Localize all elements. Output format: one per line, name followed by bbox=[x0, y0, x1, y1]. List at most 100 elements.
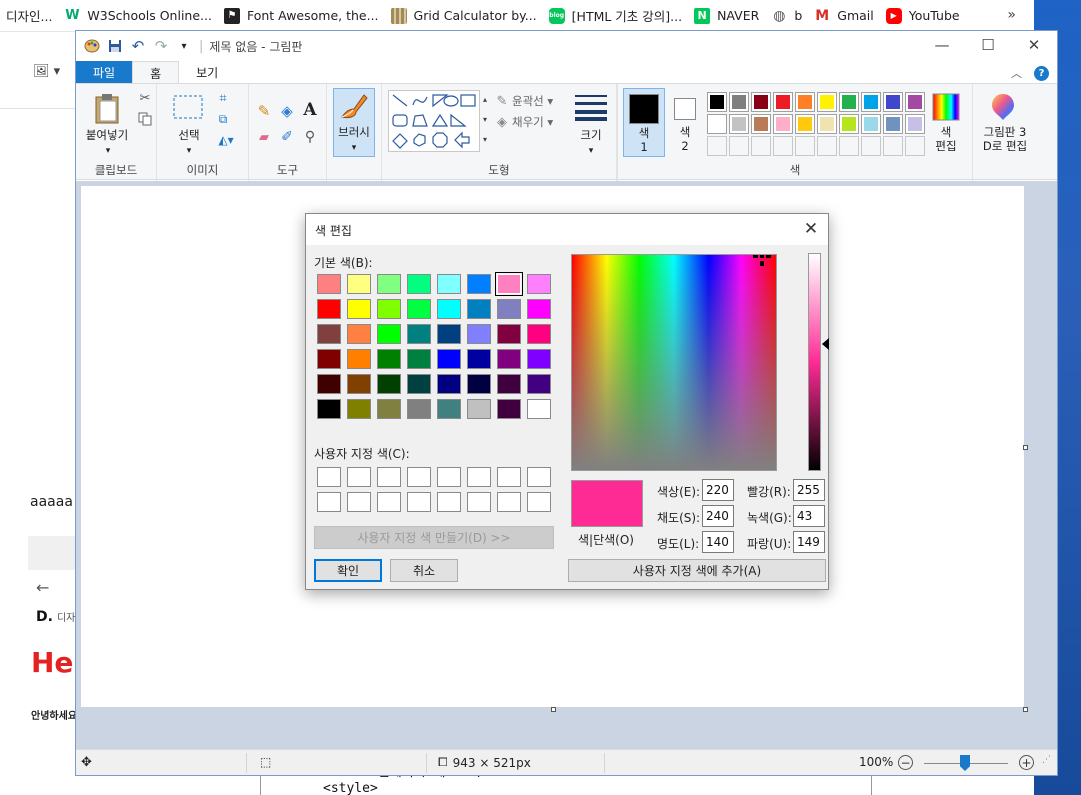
basic-color-swatch[interactable] bbox=[317, 324, 341, 344]
palette-swatch-empty[interactable] bbox=[707, 136, 727, 156]
resize-handle[interactable] bbox=[551, 707, 556, 712]
basic-color-swatch[interactable] bbox=[467, 299, 491, 319]
basic-color-swatch[interactable] bbox=[347, 349, 371, 369]
palette-swatch-empty[interactable] bbox=[861, 136, 881, 156]
bookmark-0[interactable]: 디자인... bbox=[0, 0, 58, 32]
basic-color-swatch[interactable] bbox=[497, 324, 521, 344]
undo-icon[interactable]: ↶ bbox=[130, 37, 146, 55]
color-spectrum[interactable] bbox=[571, 254, 777, 471]
dialog-close-button[interactable]: ✕ bbox=[800, 218, 822, 240]
color-picker-icon[interactable]: ✐ bbox=[278, 128, 296, 146]
basic-color-swatch[interactable] bbox=[407, 349, 431, 369]
palette-swatch[interactable] bbox=[729, 114, 749, 134]
basic-color-swatch[interactable] bbox=[407, 299, 431, 319]
palette-swatch-empty[interactable] bbox=[817, 136, 837, 156]
bookmark-2[interactable]: ⚑ Font Awesome, the... bbox=[218, 0, 385, 32]
basic-color-swatch[interactable] bbox=[437, 274, 461, 294]
basic-color-swatch[interactable] bbox=[407, 374, 431, 394]
custom-color-swatch[interactable] bbox=[467, 492, 491, 512]
zoom-slider-thumb[interactable] bbox=[960, 755, 970, 771]
custom-color-swatch[interactable] bbox=[437, 467, 461, 487]
resize-handle[interactable] bbox=[1023, 445, 1028, 450]
basic-color-swatch[interactable] bbox=[317, 274, 341, 294]
add-to-custom-colors-button[interactable]: 사용자 지정 색에 추가(A) bbox=[568, 559, 826, 582]
custom-color-swatch[interactable] bbox=[527, 467, 551, 487]
palette-swatch[interactable] bbox=[905, 114, 925, 134]
bookmark-7[interactable]: M Gmail bbox=[808, 0, 879, 32]
luminance-field[interactable]: 140 bbox=[702, 531, 734, 553]
basic-color-swatch[interactable] bbox=[317, 349, 341, 369]
palette-swatch[interactable] bbox=[905, 92, 925, 112]
fill-bucket-icon[interactable]: ◈ bbox=[278, 102, 296, 120]
palette-swatch[interactable] bbox=[773, 92, 793, 112]
blue-field[interactable]: 149 bbox=[793, 531, 825, 553]
chevron-down-icon[interactable]: ▾ bbox=[179, 144, 199, 158]
custom-color-swatch[interactable] bbox=[377, 492, 401, 512]
basic-color-swatch[interactable] bbox=[437, 349, 461, 369]
color1-button[interactable]: 색 1 bbox=[623, 88, 665, 157]
basic-color-swatch[interactable] bbox=[377, 374, 401, 394]
custom-color-swatch[interactable] bbox=[497, 467, 521, 487]
tab-view[interactable]: 보기 bbox=[179, 61, 235, 84]
green-field[interactable]: 43 bbox=[793, 505, 825, 527]
pencil-icon[interactable]: ✎ bbox=[255, 102, 273, 120]
color2-button[interactable]: 색 2 bbox=[668, 88, 704, 157]
palette-swatch[interactable] bbox=[817, 114, 837, 134]
custom-color-swatch[interactable] bbox=[497, 492, 521, 512]
more-bookmarks-button[interactable]: » bbox=[1007, 7, 1016, 23]
basic-color-swatch[interactable] bbox=[497, 349, 521, 369]
cut-icon[interactable]: ✂ bbox=[137, 90, 153, 106]
custom-color-swatch[interactable] bbox=[377, 467, 401, 487]
basic-color-swatch[interactable] bbox=[377, 399, 401, 419]
basic-color-swatch[interactable] bbox=[377, 349, 401, 369]
palette-swatch-empty[interactable] bbox=[905, 136, 925, 156]
select-button[interactable]: 선택 bbox=[169, 128, 209, 142]
basic-color-swatch[interactable] bbox=[377, 324, 401, 344]
luminance-slider[interactable] bbox=[808, 253, 821, 471]
basic-color-swatch[interactable] bbox=[527, 299, 551, 319]
bookmark-3[interactable]: Grid Calculator by... bbox=[385, 0, 543, 32]
customize-toolbar-icon[interactable]: ▾ bbox=[176, 38, 192, 54]
basic-color-swatch[interactable] bbox=[467, 349, 491, 369]
red-field[interactable]: 255 bbox=[793, 479, 825, 501]
palette-swatch[interactable] bbox=[817, 92, 837, 112]
edit-colors-button[interactable]: 색 편집 bbox=[928, 125, 964, 153]
paste-button[interactable]: 붙여넣기 bbox=[84, 128, 130, 142]
chevron-down-icon[interactable]: ▾ bbox=[581, 144, 601, 158]
tab-home[interactable]: 홈 bbox=[132, 61, 180, 84]
redo-icon[interactable]: ↷ bbox=[153, 37, 169, 55]
paste-icon[interactable] bbox=[93, 92, 123, 126]
bookmark-8[interactable]: ▶ YouTube bbox=[880, 0, 966, 32]
crop-icon[interactable]: ⌗ bbox=[215, 90, 231, 106]
select-icon[interactable] bbox=[173, 94, 203, 120]
basic-color-swatch[interactable] bbox=[527, 374, 551, 394]
palette-swatch[interactable] bbox=[795, 92, 815, 112]
basic-color-swatch[interactable] bbox=[407, 274, 431, 294]
basic-color-swatch[interactable] bbox=[347, 399, 371, 419]
palette-swatch[interactable] bbox=[773, 114, 793, 134]
cancel-button[interactable]: 취소 bbox=[390, 559, 458, 582]
size-icon[interactable] bbox=[575, 92, 607, 122]
fill-button[interactable]: 채우기 ▾ bbox=[512, 115, 568, 129]
basic-color-swatch[interactable] bbox=[347, 274, 371, 294]
custom-color-swatch[interactable] bbox=[467, 467, 491, 487]
ok-button[interactable]: 확인 bbox=[314, 559, 382, 582]
zoom-in-button[interactable]: + bbox=[1019, 755, 1034, 770]
basic-color-swatch[interactable] bbox=[317, 374, 341, 394]
hue-field[interactable]: 220 bbox=[702, 479, 734, 501]
custom-color-swatch[interactable] bbox=[407, 492, 431, 512]
bookmark-6[interactable]: ◍ b bbox=[765, 0, 808, 32]
palette-swatch-empty[interactable] bbox=[729, 136, 749, 156]
basic-color-swatch[interactable] bbox=[527, 349, 551, 369]
basic-color-swatch[interactable] bbox=[437, 374, 461, 394]
basic-color-swatch[interactable] bbox=[437, 299, 461, 319]
custom-color-swatch[interactable] bbox=[317, 492, 341, 512]
basic-color-swatch[interactable] bbox=[437, 324, 461, 344]
bookmark-5[interactable]: N NAVER bbox=[688, 0, 765, 32]
basic-color-swatch[interactable] bbox=[407, 324, 431, 344]
custom-color-swatch[interactable] bbox=[317, 467, 341, 487]
custom-color-swatch[interactable] bbox=[437, 492, 461, 512]
size-button[interactable]: 크기 bbox=[571, 128, 611, 142]
image-icon[interactable]: 🖼 ▾ bbox=[33, 64, 60, 79]
copy-icon[interactable] bbox=[137, 111, 153, 127]
